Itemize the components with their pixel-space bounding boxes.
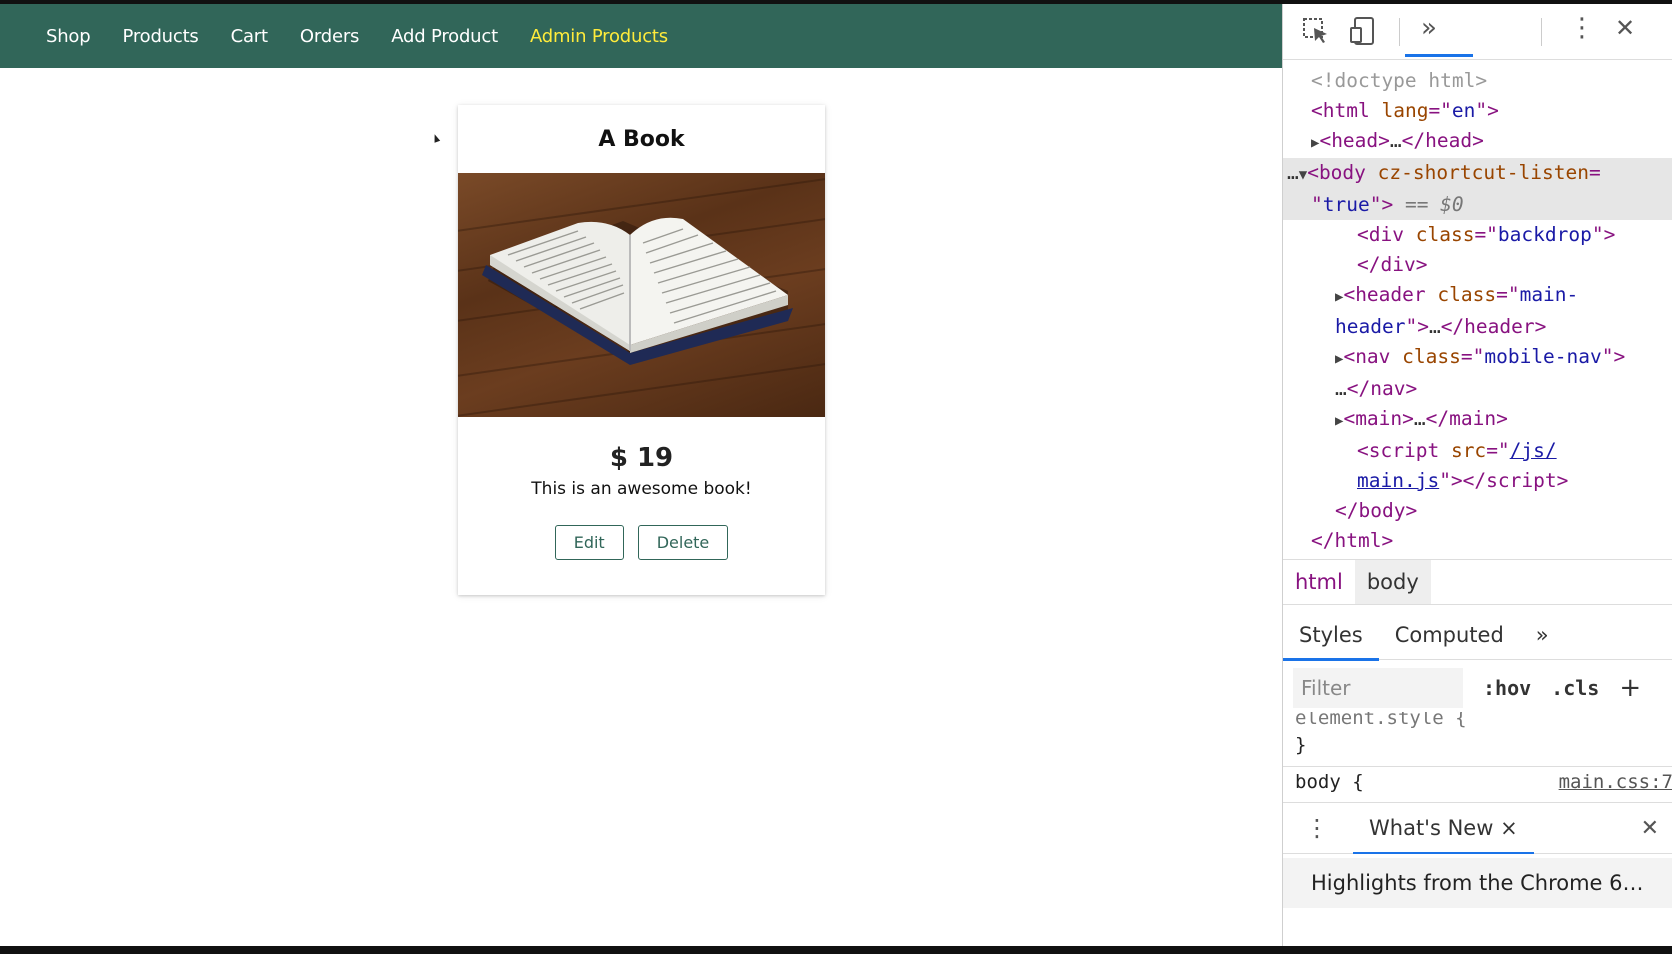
- close-drawer-icon[interactable]: ✕: [1641, 816, 1659, 841]
- dom-header[interactable]: ▶<header class="main-: [1283, 280, 1672, 312]
- dom-body-selected[interactable]: …▼<body cz-shortcut-listen= "true"> == $…: [1283, 158, 1672, 220]
- expand-triangle-icon[interactable]: ▶: [1335, 351, 1343, 367]
- kebab-menu-icon[interactable]: ⋮: [1569, 13, 1595, 43]
- product-price: $ 19: [609, 443, 674, 473]
- product-description: This is an awesome book!: [531, 479, 752, 499]
- breadcrumb-html[interactable]: html: [1283, 560, 1355, 604]
- drawer-menu-icon[interactable]: ⋮: [1305, 814, 1329, 842]
- dom-doctype: <!doctype html>: [1311, 69, 1488, 92]
- script-src-link[interactable]: main.js: [1357, 469, 1439, 492]
- cls-toggle[interactable]: .cls: [1551, 676, 1599, 700]
- nav-item-cart[interactable]: Cart: [231, 26, 268, 47]
- element-style-rule: element.style {: [1295, 712, 1467, 729]
- drawer-header: ⋮ What's New × ✕: [1283, 802, 1672, 855]
- breadcrumb-body[interactable]: body: [1354, 560, 1431, 604]
- dom-div-backdrop[interactable]: <div class="backdrop">: [1283, 220, 1672, 250]
- inspect-element-icon[interactable]: [1301, 16, 1331, 53]
- collapse-triangle-icon[interactable]: ▼: [1299, 167, 1307, 183]
- edit-button[interactable]: Edit: [554, 525, 624, 560]
- rule-source-link[interactable]: main.css:7: [1559, 767, 1672, 797]
- filter-input[interactable]: Filter: [1293, 668, 1463, 708]
- dom-html-close[interactable]: </html>: [1283, 526, 1672, 556]
- styles-tabbar: Styles Computed »: [1283, 610, 1672, 661]
- hov-toggle[interactable]: :hov: [1483, 676, 1531, 700]
- tab-styles[interactable]: Styles: [1283, 610, 1379, 661]
- app-viewport: Shop Products Cart Orders Add Product Ad…: [0, 4, 1282, 946]
- nav-item-admin-products[interactable]: Admin Products: [530, 26, 668, 47]
- breadcrumb: html body: [1283, 559, 1672, 605]
- delete-button[interactable]: Delete: [637, 525, 729, 560]
- mouse-cursor-icon: [431, 133, 441, 143]
- device-toolbar-icon[interactable]: [1349, 16, 1379, 53]
- new-rule-icon[interactable]: +: [1619, 673, 1641, 703]
- dom-tree: <!doctype html> <html lang="en"> ▶<head>…: [1283, 60, 1672, 556]
- dom-nav[interactable]: ▶<nav class="mobile-nav">: [1283, 342, 1672, 374]
- nav-item-shop[interactable]: Shop: [46, 26, 91, 47]
- product-card: A Book $ 19 This is an awesome book! Edi…: [458, 105, 825, 595]
- styles-filter-row: Filter :hov .cls +: [1283, 664, 1672, 712]
- expand-triangle-icon[interactable]: ▶: [1335, 289, 1343, 305]
- body-rule: body { main.css:7: [1283, 767, 1672, 797]
- devtools-panel: » ⋮ ✕ <!doctype html> <html lang="en"> ▶…: [1282, 4, 1672, 946]
- product-actions: Edit Delete: [458, 525, 825, 560]
- rule-close-brace: }: [1295, 734, 1307, 756]
- nav-item-add-product[interactable]: Add Product: [391, 26, 498, 47]
- product-image: [458, 173, 825, 417]
- product-title: A Book: [598, 126, 685, 152]
- close-tab-icon[interactable]: ×: [1500, 816, 1518, 840]
- devtools-toolbar: » ⋮ ✕: [1283, 4, 1672, 60]
- expand-triangle-icon[interactable]: ▶: [1311, 135, 1319, 151]
- more-tabs-icon[interactable]: »: [1421, 13, 1437, 43]
- tab-computed[interactable]: Computed: [1379, 610, 1520, 660]
- main-header: Shop Products Cart Orders Add Product Ad…: [0, 4, 1282, 68]
- dom-head[interactable]: ▶<head>…</head>: [1283, 126, 1672, 158]
- whats-new-highlights[interactable]: Highlights from the Chrome 6…: [1283, 858, 1672, 908]
- dom-html-open[interactable]: <html lang="en">: [1283, 96, 1672, 126]
- dom-script[interactable]: <script src="/js/: [1283, 436, 1672, 466]
- dom-body-close[interactable]: </body>: [1283, 496, 1672, 526]
- open-book-icon: [482, 217, 793, 365]
- nav-item-orders[interactable]: Orders: [300, 26, 360, 47]
- nav-item-products[interactable]: Products: [122, 26, 198, 47]
- dom-main[interactable]: ▶<main>…</main>: [1283, 404, 1672, 436]
- close-devtools-icon[interactable]: ✕: [1615, 14, 1635, 42]
- expand-triangle-icon[interactable]: ▶: [1335, 413, 1343, 429]
- style-rules: element.style { } body { main.css:7: [1283, 712, 1672, 797]
- more-style-tabs-icon[interactable]: »: [1520, 610, 1565, 660]
- tab-whats-new[interactable]: What's New ×: [1353, 802, 1534, 855]
